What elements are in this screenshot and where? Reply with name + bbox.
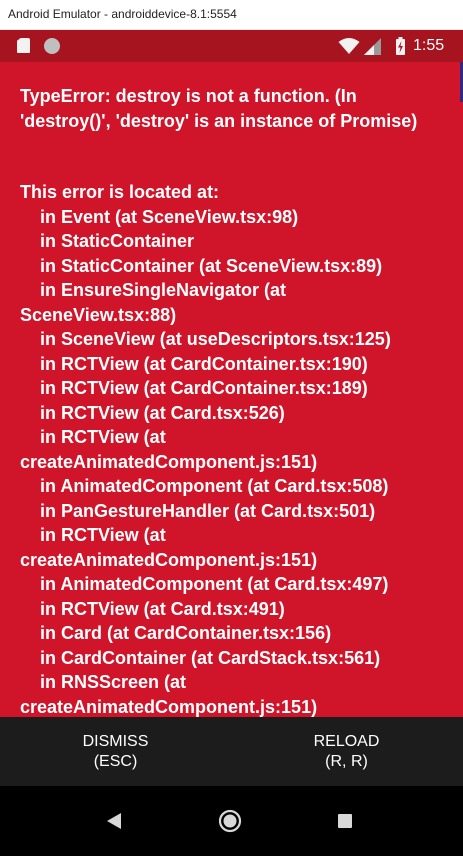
dismiss-button[interactable]: DISMISS (ESC) [0, 717, 231, 786]
stack-line: in AnimatedComponent (at Card.tsx:508) [40, 476, 389, 496]
reload-button-shortcut: (R, R) [325, 753, 368, 770]
stack-line: createAnimatedComponent.js:151) [20, 451, 318, 472]
status-time: 1:55 [413, 37, 445, 54]
stack-line: SceneView.tsx:88) [20, 304, 177, 325]
component-stack: in Event (at SceneView.tsx:98) in Static… [20, 205, 450, 720]
stack-line: in Event (at SceneView.tsx:98) [40, 206, 299, 227]
stack-line: in RCTView (at [40, 525, 166, 545]
battery-charging-icon [396, 37, 405, 55]
stack-line: in EnsureSingleNavigator (at [40, 280, 287, 300]
stack-line: in RCTView (at [40, 427, 166, 447]
redbox-button-bar: DISMISS (ESC) RELOAD (R, R) [0, 717, 463, 786]
stack-line: in StaticContainer [40, 231, 195, 251]
reload-button[interactable]: RELOAD (R, R) [231, 717, 462, 786]
recents-icon[interactable] [338, 814, 352, 828]
sd-card-icon [17, 38, 30, 53]
stack-line: in RCTView (at CardContainer.tsx:190) [40, 353, 368, 374]
error-message: TypeError: destroy is not a function. (I… [20, 86, 418, 131]
stack-line: in Card (at CardContainer.tsx:156) [40, 623, 332, 643]
stack-line: in StaticContainer (at SceneView.tsx:89) [40, 255, 383, 276]
sync-dot-icon [44, 38, 60, 54]
cell-signal-icon [364, 38, 381, 55]
window-title: Android Emulator - androiddevice-8.1:555… [8, 7, 237, 21]
stack-line: in AnimatedComponent (at Card.tsx:497) [40, 574, 389, 594]
emulator-title-bar: Android Emulator - androiddevice-8.1:555… [0, 0, 463, 30]
dismiss-button-label: DISMISS [82, 733, 149, 750]
stack-line: createAnimatedComponent.js:151) [20, 696, 318, 717]
device-screen: 1:55 TypeError: destroy is not a functio… [0, 30, 463, 856]
stack-line: createAnimatedComponent.js:151) [20, 549, 318, 570]
reload-button-label: RELOAD [313, 733, 380, 750]
stack-line: in PanGestureHandler (at Card.tsx:501) [40, 500, 376, 521]
stack-line: in RNSScreen (at [40, 672, 187, 692]
stack-heading: This error is located at: [20, 182, 220, 202]
status-bar: 1:55 [0, 30, 463, 62]
stack-line: in RCTView (at CardContainer.tsx:189) [40, 378, 368, 398]
home-icon[interactable] [218, 809, 242, 833]
stack-line: in RCTView (at Card.tsx:491) [40, 598, 285, 619]
stack-line: in RCTView (at Card.tsx:526) [40, 402, 285, 423]
back-icon[interactable] [106, 813, 122, 829]
dismiss-button-shortcut: (ESC) [93, 753, 138, 770]
wifi-icon [338, 38, 360, 54]
android-nav-bar [0, 786, 463, 856]
stack-line: in SceneView (at useDescriptors.tsx:125) [40, 329, 391, 349]
stack-line: in CardContainer (at CardStack.tsx:561) [40, 647, 381, 668]
